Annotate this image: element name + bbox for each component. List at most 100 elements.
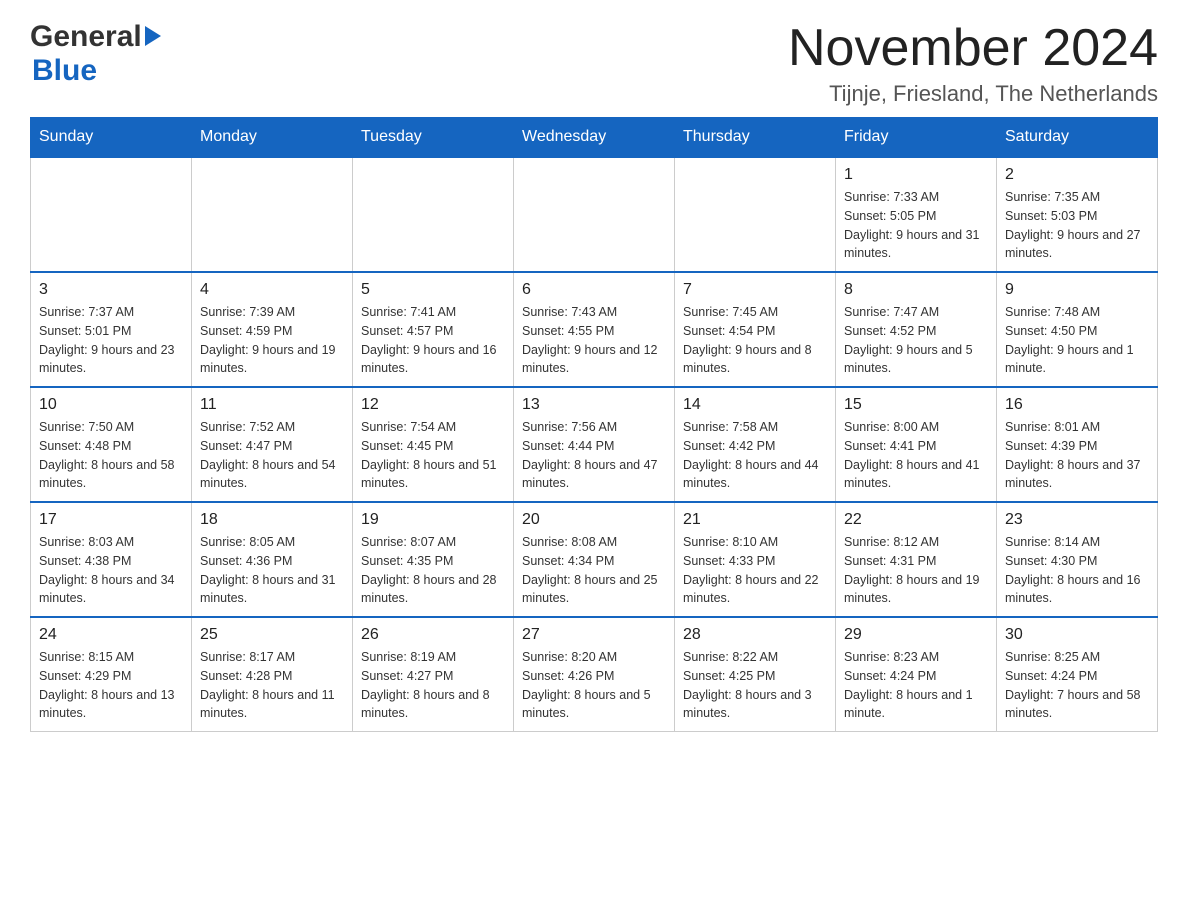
calendar-cell: 7 Sunrise: 7:45 AMSunset: 4:54 PMDaylight… (675, 272, 836, 387)
calendar-cell: 5 Sunrise: 7:41 AMSunset: 4:57 PMDaylight… (353, 272, 514, 387)
calendar-cell: 30 Sunrise: 8:25 AMSunset: 4:24 PMDayligh… (997, 617, 1158, 732)
day-number: 7 (683, 281, 827, 299)
day-info: Sunrise: 7:35 AMSunset: 5:03 PMDaylight:… (1005, 188, 1149, 263)
day-number: 11 (200, 396, 344, 414)
calendar-header-saturday: Saturday (997, 118, 1158, 158)
calendar-cell (353, 157, 514, 272)
calendar-header-thursday: Thursday (675, 118, 836, 158)
calendar-header-wednesday: Wednesday (514, 118, 675, 158)
day-info: Sunrise: 7:47 AMSunset: 4:52 PMDaylight:… (844, 303, 988, 378)
calendar-cell: 1Sunrise: 7:33 AMSunset: 5:05 PMDaylight… (836, 157, 997, 272)
day-number: 27 (522, 626, 666, 644)
month-title: November 2024 (788, 20, 1158, 77)
calendar-cell: 21Sunrise: 8:10 AMSunset: 4:33 PMDayligh… (675, 502, 836, 617)
calendar-cell: 22 Sunrise: 8:12 AMSunset: 4:31 PMDayligh… (836, 502, 997, 617)
calendar-cell (514, 157, 675, 272)
day-number: 3 (39, 281, 183, 299)
day-info: Sunrise: 7:33 AMSunset: 5:05 PMDaylight:… (844, 188, 988, 263)
day-number: 12 (361, 396, 505, 414)
calendar-week-row: 17 Sunrise: 8:03 AMSunset: 4:38 PMDayligh… (31, 502, 1158, 617)
day-info: Sunrise: 7:37 AMSunset: 5:01 PMDaylight:… (39, 303, 183, 378)
calendar-cell: 19 Sunrise: 8:07 AMSunset: 4:35 PMDayligh… (353, 502, 514, 617)
day-info: Sunrise: 8:14 AMSunset: 4:30 PMDaylight:… (1005, 533, 1149, 608)
day-info: Sunrise: 8:03 AMSunset: 4:38 PMDaylight:… (39, 533, 183, 608)
calendar-week-row: 24 Sunrise: 8:15 AMSunset: 4:29 PMDayligh… (31, 617, 1158, 732)
calendar-cell (192, 157, 353, 272)
calendar-header-friday: Friday (836, 118, 997, 158)
calendar-cell: 9 Sunrise: 7:48 AMSunset: 4:50 PMDaylight… (997, 272, 1158, 387)
title-block: November 2024 Tijnje, Friesland, The Net… (788, 20, 1158, 107)
calendar-header-monday: Monday (192, 118, 353, 158)
calendar-cell: 11 Sunrise: 7:52 AMSunset: 4:47 PMDayligh… (192, 387, 353, 502)
day-info: Sunrise: 7:54 AMSunset: 4:45 PMDaylight:… (361, 418, 505, 493)
calendar-cell: 25 Sunrise: 8:17 AMSunset: 4:28 PMDayligh… (192, 617, 353, 732)
day-number: 30 (1005, 626, 1149, 644)
day-info: Sunrise: 7:48 AMSunset: 4:50 PMDaylight:… (1005, 303, 1149, 378)
day-info: Sunrise: 7:45 AMSunset: 4:54 PMDaylight:… (683, 303, 827, 378)
day-info: Sunrise: 8:17 AMSunset: 4:28 PMDaylight:… (200, 648, 344, 723)
calendar-header-row: SundayMondayTuesdayWednesdayThursdayFrid… (31, 118, 1158, 158)
day-number: 25 (200, 626, 344, 644)
day-number: 15 (844, 396, 988, 414)
calendar-cell: 8Sunrise: 7:47 AMSunset: 4:52 PMDaylight… (836, 272, 997, 387)
day-number: 14 (683, 396, 827, 414)
page-header: General Blue November 2024 Tijnje, Fries… (30, 20, 1158, 107)
day-info: Sunrise: 8:23 AMSunset: 4:24 PMDaylight:… (844, 648, 988, 723)
day-info: Sunrise: 8:01 AMSunset: 4:39 PMDaylight:… (1005, 418, 1149, 493)
day-info: Sunrise: 7:50 AMSunset: 4:48 PMDaylight:… (39, 418, 183, 493)
day-info: Sunrise: 8:07 AMSunset: 4:35 PMDaylight:… (361, 533, 505, 608)
calendar-cell: 24 Sunrise: 8:15 AMSunset: 4:29 PMDayligh… (31, 617, 192, 732)
calendar-week-row: 10 Sunrise: 7:50 AMSunset: 4:48 PMDayligh… (31, 387, 1158, 502)
day-info: Sunrise: 7:58 AMSunset: 4:42 PMDaylight:… (683, 418, 827, 493)
calendar-cell: 15 Sunrise: 8:00 AMSunset: 4:41 PMDayligh… (836, 387, 997, 502)
day-number: 19 (361, 511, 505, 529)
day-number: 21 (683, 511, 827, 529)
day-number: 20 (522, 511, 666, 529)
day-number: 28 (683, 626, 827, 644)
calendar-cell: 26Sunrise: 8:19 AMSunset: 4:27 PMDayligh… (353, 617, 514, 732)
calendar-cell: 3 Sunrise: 7:37 AMSunset: 5:01 PMDaylight… (31, 272, 192, 387)
day-info: Sunrise: 8:00 AMSunset: 4:41 PMDaylight:… (844, 418, 988, 493)
calendar-header-tuesday: Tuesday (353, 118, 514, 158)
calendar-cell: 12 Sunrise: 7:54 AMSunset: 4:45 PMDayligh… (353, 387, 514, 502)
day-number: 2 (1005, 166, 1149, 184)
day-number: 6 (522, 281, 666, 299)
day-info: Sunrise: 8:12 AMSunset: 4:31 PMDaylight:… (844, 533, 988, 608)
calendar-cell: 2 Sunrise: 7:35 AMSunset: 5:03 PMDaylight… (997, 157, 1158, 272)
day-info: Sunrise: 8:25 AMSunset: 4:24 PMDaylight:… (1005, 648, 1149, 723)
calendar-cell: 20Sunrise: 8:08 AMSunset: 4:34 PMDayligh… (514, 502, 675, 617)
calendar-cell: 10 Sunrise: 7:50 AMSunset: 4:48 PMDayligh… (31, 387, 192, 502)
location-subtitle: Tijnje, Friesland, The Netherlands (788, 81, 1158, 107)
calendar-table: SundayMondayTuesdayWednesdayThursdayFrid… (30, 117, 1158, 732)
day-info: Sunrise: 7:56 AMSunset: 4:44 PMDaylight:… (522, 418, 666, 493)
day-number: 17 (39, 511, 183, 529)
calendar-header-sunday: Sunday (31, 118, 192, 158)
day-number: 5 (361, 281, 505, 299)
logo: General Blue (30, 20, 161, 88)
calendar-cell: 23Sunrise: 8:14 AMSunset: 4:30 PMDayligh… (997, 502, 1158, 617)
calendar-cell: 14 Sunrise: 7:58 AMSunset: 4:42 PMDayligh… (675, 387, 836, 502)
day-info: Sunrise: 7:52 AMSunset: 4:47 PMDaylight:… (200, 418, 344, 493)
logo-general-text: General (30, 20, 142, 54)
day-info: Sunrise: 8:05 AMSunset: 4:36 PMDaylight:… (200, 533, 344, 608)
day-info: Sunrise: 8:15 AMSunset: 4:29 PMDaylight:… (39, 648, 183, 723)
day-number: 24 (39, 626, 183, 644)
calendar-cell: 13 Sunrise: 7:56 AMSunset: 4:44 PMDayligh… (514, 387, 675, 502)
day-info: Sunrise: 7:41 AMSunset: 4:57 PMDaylight:… (361, 303, 505, 378)
day-number: 29 (844, 626, 988, 644)
calendar-cell: 28Sunrise: 8:22 AMSunset: 4:25 PMDayligh… (675, 617, 836, 732)
day-info: Sunrise: 7:39 AMSunset: 4:59 PMDaylight:… (200, 303, 344, 378)
day-info: Sunrise: 8:19 AMSunset: 4:27 PMDaylight:… (361, 648, 505, 723)
day-number: 9 (1005, 281, 1149, 299)
day-number: 13 (522, 396, 666, 414)
calendar-cell: 16Sunrise: 8:01 AMSunset: 4:39 PMDayligh… (997, 387, 1158, 502)
calendar-week-row: 3 Sunrise: 7:37 AMSunset: 5:01 PMDaylight… (31, 272, 1158, 387)
day-number: 18 (200, 511, 344, 529)
day-number: 22 (844, 511, 988, 529)
day-number: 10 (39, 396, 183, 414)
calendar-cell: 18 Sunrise: 8:05 AMSunset: 4:36 PMDayligh… (192, 502, 353, 617)
calendar-cell: 4Sunrise: 7:39 AMSunset: 4:59 PMDaylight… (192, 272, 353, 387)
calendar-cell: 29 Sunrise: 8:23 AMSunset: 4:24 PMDayligh… (836, 617, 997, 732)
day-info: Sunrise: 7:43 AMSunset: 4:55 PMDaylight:… (522, 303, 666, 378)
logo-arrow-icon (145, 26, 161, 46)
